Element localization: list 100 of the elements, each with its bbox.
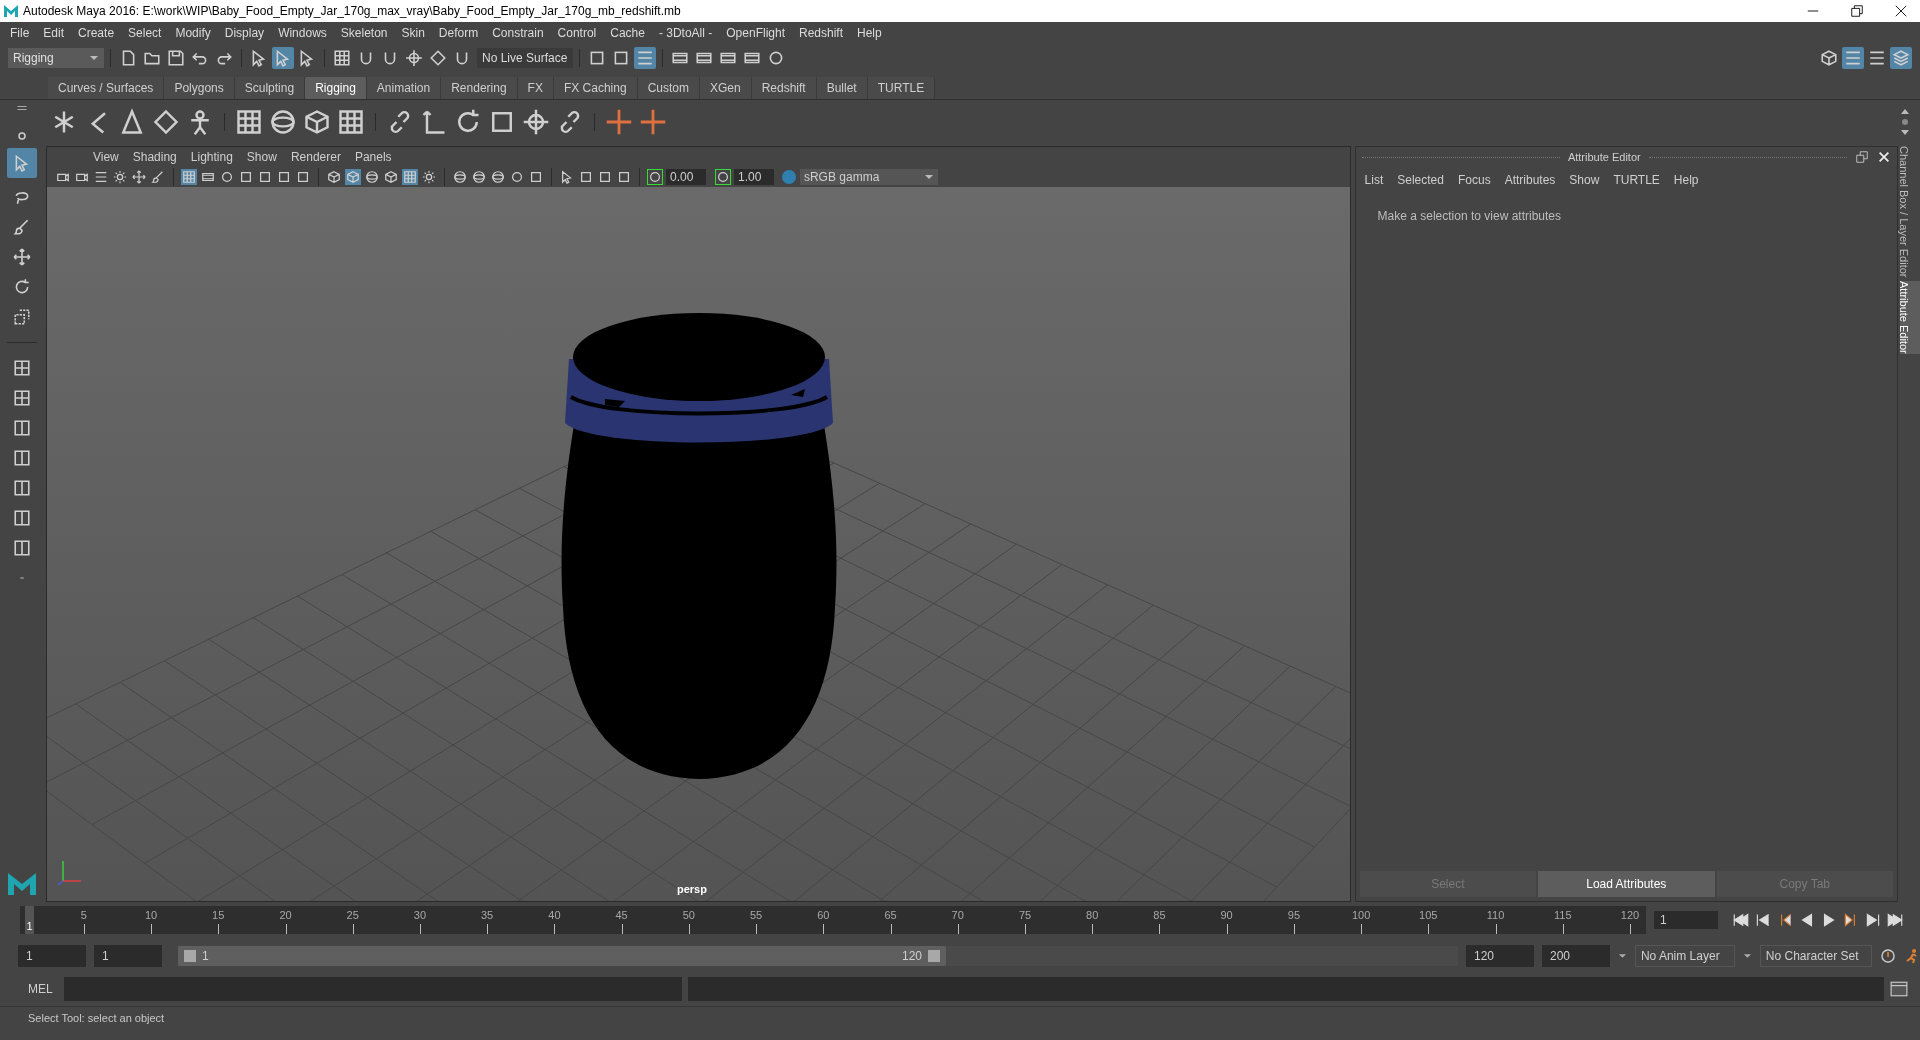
select-object-icon[interactable]	[272, 47, 294, 69]
viewport-menu-item[interactable]: View	[86, 148, 125, 166]
attribute-menu-item[interactable]: Attributes	[1499, 171, 1561, 189]
menu-item[interactable]: Help	[851, 24, 888, 42]
anim-layer-dropdown[interactable]: No Anim Layer	[1634, 945, 1735, 967]
viewport-tool-icon[interactable]	[325, 169, 342, 185]
shelf-tab[interactable]: Rigging	[305, 77, 367, 99]
caret-icon[interactable]	[1618, 951, 1627, 961]
viewport-tool-icon[interactable]	[451, 169, 468, 185]
current-frame-field[interactable]: 1	[1654, 911, 1718, 929]
viewport-tool-icon[interactable]	[470, 169, 487, 185]
attribute-menu-item[interactable]: Focus	[1452, 171, 1496, 189]
gamma-field[interactable]: 1.00	[733, 169, 774, 185]
viewport-tool-icon[interactable]	[363, 169, 380, 185]
select-tool-icon[interactable]	[6, 148, 37, 178]
mode-dropdown[interactable]: Rigging	[8, 48, 104, 68]
float-icon[interactable]	[1855, 150, 1869, 164]
lattice-cube-icon[interactable]	[303, 108, 331, 136]
scroll-arrows-icon[interactable]	[1900, 107, 1910, 137]
shelf-tab[interactable]: Polygons	[164, 77, 235, 99]
menu-item[interactable]: Constrain	[486, 24, 550, 42]
viewport-tool-icon[interactable]	[149, 169, 166, 185]
viewport-tool-icon[interactable]	[130, 169, 147, 185]
viewport-tool-icon[interactable]	[489, 169, 506, 185]
restore-icon[interactable]	[1850, 4, 1864, 18]
channel-box-icon[interactable]	[1890, 47, 1912, 69]
close-icon[interactable]	[1894, 4, 1908, 18]
attribute-menu-item[interactable]: TURTLE	[1608, 171, 1665, 189]
panel-button[interactable]: Load Attributes	[1538, 871, 1715, 897]
crosshair-icon[interactable]	[522, 108, 550, 136]
caret-icon[interactable]	[1742, 951, 1752, 961]
playback-start-field[interactable]: 1	[94, 945, 162, 967]
bracketed-cross-icon[interactable]	[639, 108, 667, 136]
viewport-menu-item[interactable]: Renderer	[284, 148, 347, 166]
shelf-tab[interactable]: Redshift	[751, 77, 817, 99]
attribute-menu-item[interactable]: Show	[1564, 171, 1605, 189]
viewport-tool-icon[interactable]	[401, 169, 418, 185]
shelf-tab[interactable]: Animation	[366, 77, 442, 99]
attribute-menu-item[interactable]: Help	[1668, 171, 1704, 189]
shelf-tab[interactable]: XGen	[699, 77, 752, 99]
command-input-field[interactable]	[64, 977, 682, 1001]
end-time-field[interactable]: 200	[1542, 945, 1610, 967]
clock-icon[interactable]	[1879, 947, 1896, 965]
attribute-menu-item[interactable]: Selected	[1392, 171, 1449, 189]
character-set-dropdown[interactable]: No Character Set	[1759, 945, 1872, 967]
menu-item[interactable]: OpenFlight	[720, 24, 791, 42]
viewport-menu-item[interactable]: Shading	[126, 148, 183, 166]
menu-item[interactable]: Control	[551, 24, 603, 42]
shelf-tab[interactable]: FX Caching	[553, 77, 638, 99]
playback-end-field[interactable]: 120	[1466, 945, 1534, 967]
viewport-tool-icon[interactable]	[111, 169, 128, 185]
shelf-tab[interactable]: Curves / Surfaces	[48, 77, 165, 99]
sphere-icon[interactable]	[269, 108, 297, 136]
playhead[interactable]: 1	[25, 906, 34, 934]
menu-item[interactable]: Deform	[432, 24, 485, 42]
cluster-grid-icon[interactable]	[337, 108, 365, 136]
attribute-menu-item[interactable]: List	[1359, 171, 1389, 189]
snap-grid-icon[interactable]	[331, 47, 353, 69]
viewport-tool-icon[interactable]	[344, 169, 361, 185]
menu-item[interactable]: Windows	[272, 24, 333, 42]
menu-item[interactable]: Create	[72, 24, 121, 42]
live-surface-field[interactable]: No Live Surface	[477, 48, 573, 68]
menu-item[interactable]: Skeleton	[334, 24, 394, 42]
menu-item[interactable]: Cache	[604, 24, 651, 42]
shelf-tab[interactable]: Rendering	[441, 77, 518, 99]
menu-item[interactable]: File	[4, 24, 36, 42]
color-management-icon[interactable]	[780, 169, 797, 185]
shelf-tab[interactable]: Custom	[637, 77, 700, 99]
history-icon[interactable]	[634, 47, 656, 69]
exposure-field[interactable]: 0.00	[665, 169, 706, 185]
shelf-tab[interactable]: Bullet	[816, 77, 868, 99]
command-language-label[interactable]: MEL	[28, 980, 58, 998]
menu-item[interactable]: Display	[218, 24, 271, 42]
shelf-tab[interactable]: FX	[517, 77, 554, 99]
shelf-tab[interactable]: TURTLE	[867, 77, 936, 99]
cross-icon[interactable]	[605, 108, 633, 136]
save-icon[interactable]	[165, 47, 187, 69]
viewport-tool-icon[interactable]	[382, 169, 399, 185]
step-back-key-icon[interactable]	[1754, 911, 1772, 929]
range-handle[interactable]	[928, 950, 940, 962]
menu-item[interactable]: - 3DtoAll -	[652, 24, 719, 42]
script-editor-icon[interactable]	[1890, 980, 1908, 998]
go-to-end-icon[interactable]	[1886, 911, 1904, 929]
range-slider-fill[interactable]	[178, 946, 946, 966]
exposure-icon[interactable]	[646, 169, 663, 185]
menu-item[interactable]: Redshift	[793, 24, 849, 42]
color-space-dropdown[interactable]: sRGB gamma	[799, 169, 938, 185]
side-tab[interactable]: Channel Box / Layer Editor	[1900, 146, 1920, 278]
start-time-field[interactable]: 1	[18, 945, 86, 967]
gamma-icon[interactable]	[714, 169, 731, 185]
menu-item[interactable]: Skin	[395, 24, 431, 42]
viewport-tool-icon[interactable]	[420, 169, 437, 185]
menu-item[interactable]: Modify	[169, 24, 217, 42]
shelf-tab[interactable]: Sculpting	[234, 77, 306, 99]
viewport-menu-item[interactable]: Show	[240, 148, 283, 166]
viewport-menu-item[interactable]: Panels	[348, 148, 398, 166]
side-tab[interactable]: Attribute Editor	[1900, 281, 1920, 355]
menu-item[interactable]: Edit	[37, 24, 71, 42]
viewport-menu-item[interactable]: Lighting	[184, 148, 239, 166]
corner-arrow-icon[interactable]	[420, 108, 448, 136]
